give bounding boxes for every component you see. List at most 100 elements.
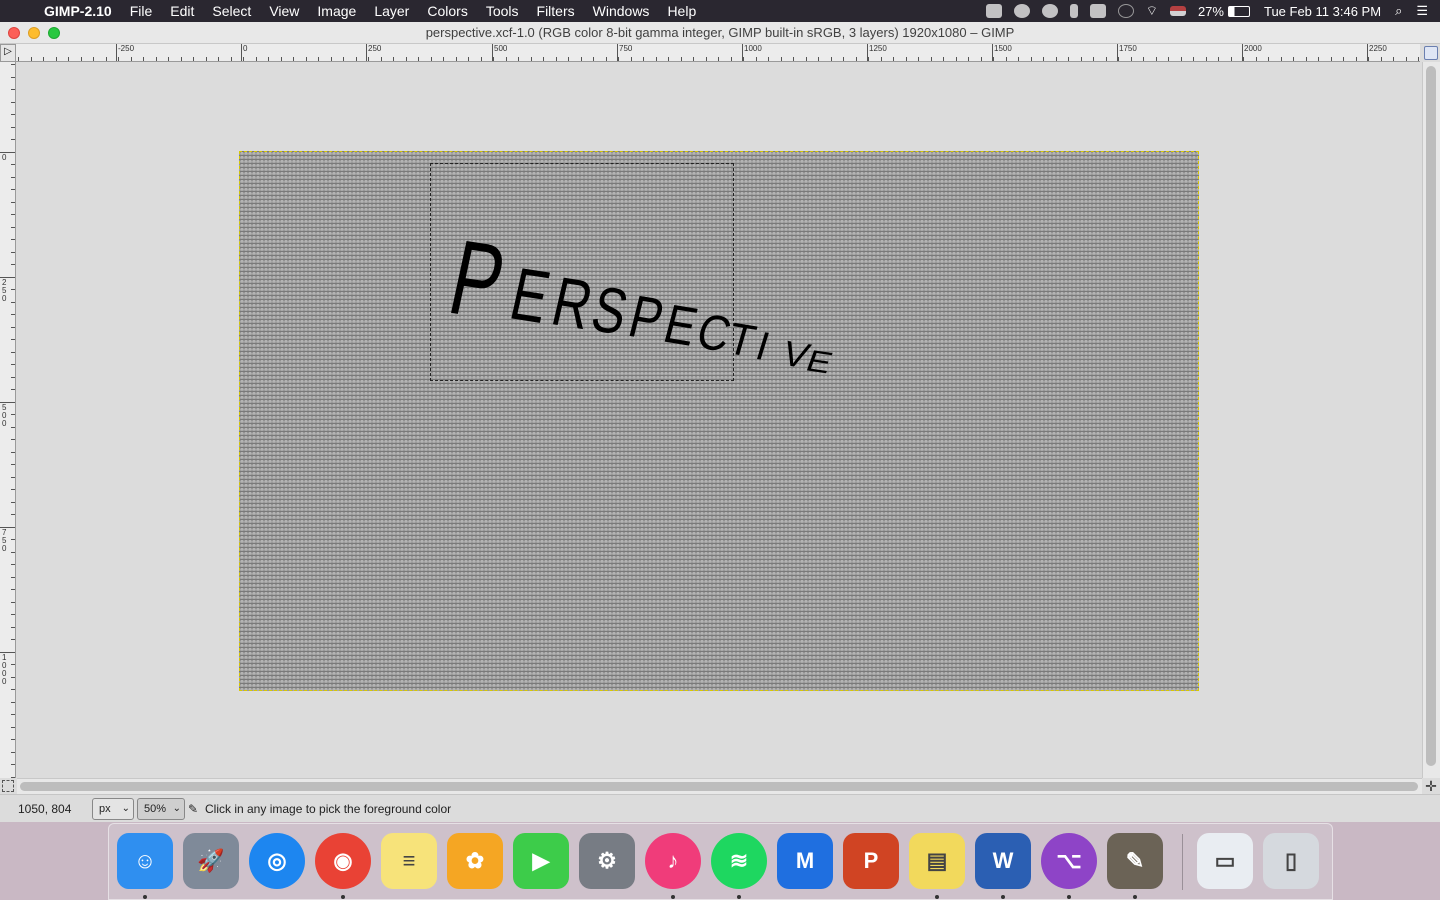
zoom-image-toggle-icon[interactable]: [1424, 46, 1438, 60]
ruler-tick: [11, 414, 15, 415]
malwarebytes-icon[interactable]: [1089, 4, 1106, 18]
chat-bubble-icon[interactable]: [1117, 4, 1134, 18]
notification-center-icon[interactable]: ☰: [1416, 3, 1428, 19]
dock-recent-document-icon[interactable]: ▭: [1197, 833, 1253, 889]
image-canvas[interactable]: PERSPECTIVE: [239, 151, 1199, 691]
dock-malwarebytes-icon[interactable]: M: [777, 833, 833, 889]
ruler-tick: [330, 57, 332, 61]
menu-image[interactable]: Image: [317, 3, 356, 19]
ruler-tick: [11, 76, 15, 78]
canvas-area[interactable]: PERSPECTIVE: [17, 63, 1422, 777]
ruler-tick: [11, 189, 15, 190]
ruler-corner-menu-icon[interactable]: ▷: [0, 44, 16, 62]
dock-word-icon[interactable]: W: [975, 833, 1031, 889]
ruler-label: 1750: [1119, 44, 1137, 53]
close-button[interactable]: [8, 27, 20, 39]
dock-running-indicator: [671, 895, 675, 899]
dock-github-desktop-icon[interactable]: ⌥: [1041, 833, 1097, 889]
ruler-tick: [280, 57, 282, 61]
dock-chrome-icon[interactable]: ◉: [315, 833, 371, 889]
minimize-button[interactable]: [28, 27, 40, 39]
dock-stickies-icon[interactable]: ▤: [909, 833, 965, 889]
title-bar[interactable]: perspective.xcf-1.0 (RGB color 8-bit gam…: [0, 22, 1440, 44]
battery-icon[interactable]: [1227, 5, 1250, 17]
horizontal-scrollbar[interactable]: [17, 778, 1422, 794]
vertical-ruler[interactable]: 0 250 500 750 1000: [0, 62, 16, 778]
zoom-value: 50%: [144, 803, 167, 815]
dock-notes-icon[interactable]: ≡: [381, 833, 437, 889]
ruler-tick: [943, 57, 944, 61]
app-menu[interactable]: GIMP-2.10: [44, 3, 112, 19]
ruler-tick: [993, 57, 994, 61]
creative-cloud-icon[interactable]: [1041, 4, 1058, 18]
cloud-icon[interactable]: [985, 4, 1002, 18]
ruler-tick: [11, 489, 15, 490]
ruler-tick: [755, 57, 757, 61]
ruler-tick: [11, 626, 15, 628]
dock-powerpoint-icon[interactable]: P: [843, 833, 899, 889]
menu-edit[interactable]: Edit: [170, 3, 194, 19]
battery-percent[interactable]: 27%: [1198, 4, 1224, 19]
zoom-select[interactable]: 50% ⌄: [137, 798, 185, 820]
wifi-icon[interactable]: ⌔: [1146, 3, 1158, 19]
ruler-tick: [230, 57, 232, 61]
ruler-tick: [880, 57, 882, 61]
navigate-icon[interactable]: ✛: [1424, 779, 1438, 793]
ruler-tick: [655, 57, 657, 61]
ruler-tick: [518, 57, 519, 61]
ruler-tick: [11, 589, 15, 590]
dock-system-preferences-icon[interactable]: ⚙: [579, 833, 635, 889]
menu-colors[interactable]: Colors: [427, 3, 467, 19]
ruler-tick: [1305, 57, 1307, 61]
dock-finder-icon[interactable]: ☺: [117, 833, 173, 889]
menu-view[interactable]: View: [269, 3, 299, 19]
menu-tools[interactable]: Tools: [486, 3, 519, 19]
dock-facetime-icon[interactable]: ▶: [513, 833, 569, 889]
vertical-scrollbar[interactable]: [1422, 62, 1440, 778]
ruler-major-tick: [617, 44, 618, 61]
quick-mask-toggle-icon[interactable]: [2, 780, 14, 792]
ruler-tick: [1405, 57, 1407, 61]
ruler-tick: [1205, 57, 1207, 61]
clock[interactable]: Tue Feb 11 3:46 PM: [1264, 4, 1381, 19]
dock-trash-icon[interactable]: ▯: [1263, 833, 1319, 889]
menu-help[interactable]: Help: [667, 3, 696, 19]
ruler-tick: [368, 57, 369, 61]
ruler-tick: [11, 551, 15, 553]
ruler-tick: [11, 376, 15, 378]
ruler-tick: [11, 101, 15, 103]
dock-spotify-icon[interactable]: ≋: [711, 833, 767, 889]
ruler-tick: [218, 57, 219, 61]
ruler-tick: [11, 289, 15, 290]
horizontal-scroll-thumb[interactable]: [20, 782, 1418, 791]
ruler-tick: [11, 251, 15, 253]
menu-filters[interactable]: Filters: [537, 3, 575, 19]
ruler-tick: [11, 351, 15, 353]
ruler-tick: [293, 57, 294, 61]
ruler-tick: [193, 57, 194, 61]
vertical-scroll-thumb[interactable]: [1426, 66, 1436, 766]
ruler-tick: [805, 57, 807, 61]
camera-icon[interactable]: [1013, 4, 1030, 18]
ruler-tick: [430, 57, 432, 61]
unit-value: px: [99, 803, 111, 815]
menu-layer[interactable]: Layer: [374, 3, 409, 19]
horizontal-ruler[interactable]: -250 0 250 500 750 1000 1250 1500 1750 2000 2250: [16, 44, 1420, 62]
ruler-tick: [1155, 57, 1157, 61]
ruler-tick: [380, 57, 382, 61]
unit-select[interactable]: px ⌄: [92, 798, 134, 820]
dock-launchpad-icon[interactable]: 🚀: [183, 833, 239, 889]
dock-photos-icon[interactable]: ✿: [447, 833, 503, 889]
ruler-tick: [11, 164, 15, 165]
ruler-tick: [1318, 57, 1319, 61]
spotlight-search-icon[interactable]: ⌕: [1395, 3, 1402, 19]
menu-windows[interactable]: Windows: [593, 3, 650, 19]
dock-itunes-icon[interactable]: ♪: [645, 833, 701, 889]
zoom-button[interactable]: [48, 27, 60, 39]
flag-us-icon[interactable]: [1169, 6, 1186, 16]
dock-gimp-icon[interactable]: ✎: [1107, 833, 1163, 889]
dock-safari-icon[interactable]: ◎: [249, 833, 305, 889]
menu-select[interactable]: Select: [212, 3, 251, 19]
menu-file[interactable]: File: [130, 3, 153, 19]
battery-app-icon[interactable]: [1069, 4, 1078, 18]
